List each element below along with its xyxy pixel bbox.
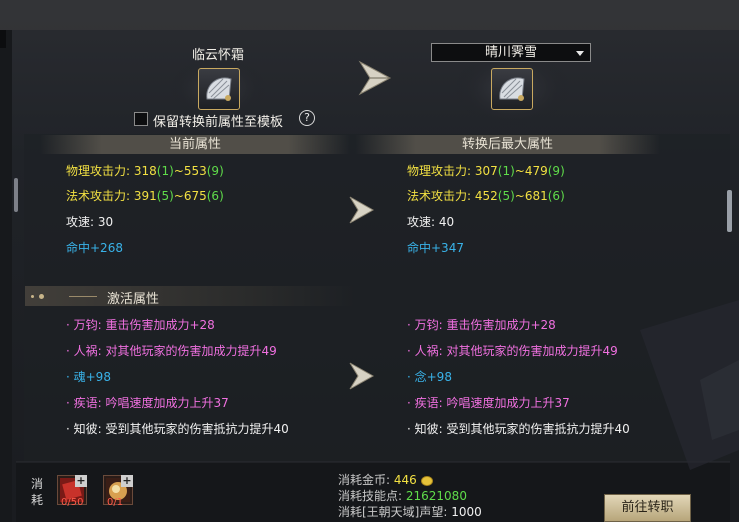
source-weapon-name: 临云怀霜 [191,48,244,63]
fan-weapon-icon [206,77,232,101]
material-count: 0/1 [107,497,124,508]
converted-mag-attack: 法术攻击力: 452(5)~681(6) [407,189,565,203]
activation-converted-item: · 人祸: 对其他玩家的伤害加成力提升49 [407,344,618,358]
skill-point-cost: 消耗技能点: 21621080 [338,489,467,503]
activation-current-item: · 人祸: 对其他玩家的伤害加成力提升49 [66,344,277,358]
gold-coin-icon [420,475,433,486]
keep-template-checkbox[interactable] [134,112,148,126]
activation-header: 激活属性 [25,286,355,307]
current-attrs-header: 当前属性 [40,135,350,154]
add-icon[interactable]: + [121,475,133,487]
right-scrollbar[interactable] [727,190,732,232]
material-count: 0/50 [61,497,84,508]
converted-phys-attack: 物理攻击力: 307(1)~479(9) [407,164,565,178]
current-hit: 命中+268 [66,241,123,255]
left-scrollbar[interactable] [14,178,18,212]
help-icon[interactable]: ? [299,110,315,126]
dot-icon [39,294,44,299]
activation-current-item: · 魂+98 [66,370,111,384]
converted-attrs-header: 转换后最大属性 [355,135,660,154]
convert-arrow-icon [356,58,392,98]
activation-title: 激活属性 [107,292,160,307]
converted-attack-speed: 攻速: 40 [407,215,455,229]
activation-converted-item: · 疾语: 吟唱速度加成力上升37 [407,396,570,410]
add-icon[interactable]: + [75,475,87,487]
target-weapon-select[interactable]: 晴川霁雪 [431,43,591,62]
fan-weapon-icon [499,77,525,101]
gold-cost: 消耗金币: 446 [338,471,433,488]
material-slot[interactable]: + 0/50 [57,475,87,508]
keep-template-label[interactable]: 保留转换前属性至模板 [153,111,283,130]
material-slot[interactable]: + 0/1 [103,475,133,508]
activation-current-item: · 疾语: 吟唱速度加成力上升37 [66,396,229,410]
chevron-down-icon [576,51,584,56]
convert-arrow-icon [347,194,375,226]
divider [69,296,97,297]
activation-current-item: · 知彼: 受到其他玩家的伤害抵抗力提升40 [66,422,289,436]
converted-hit: 命中+347 [407,241,464,255]
target-weapon-name: 晴川霁雪 [484,45,537,60]
activation-current-item: · 万钧: 重击伤害加成力+28 [66,318,215,332]
source-weapon-slot[interactable] [198,68,240,110]
activation-converted-item: · 知彼: 受到其他玩家的伤害抵抗力提升40 [407,422,630,436]
current-attack-speed: 攻速: 30 [66,215,114,229]
convert-arrow-icon [347,360,375,392]
consume-label: 消 耗 [31,477,44,507]
reputation-cost: 消耗[王朝天域]声望: 1000 [338,505,482,519]
activation-converted-item: · 念+98 [407,370,452,384]
target-weapon-slot[interactable] [491,68,533,110]
current-mag-attack: 法术攻击力: 391(5)~675(6) [66,189,224,203]
current-phys-attack: 物理攻击力: 318(1)~553(9) [66,164,224,178]
activation-converted-item: · 万钧: 重击伤害加成力+28 [407,318,556,332]
dot-icon [31,295,34,298]
go-convert-button[interactable]: 前往转职 [604,494,691,522]
